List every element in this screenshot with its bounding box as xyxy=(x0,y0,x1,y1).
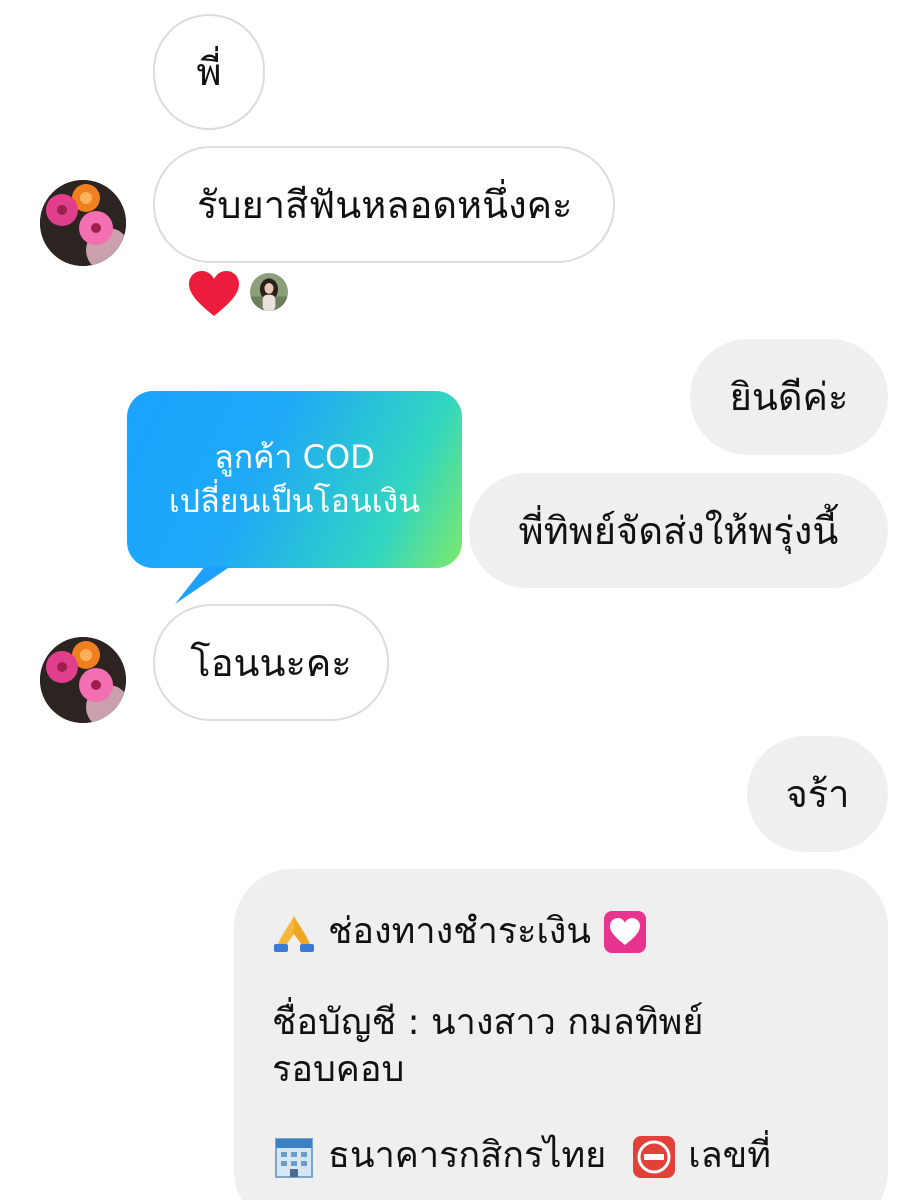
person-photo xyxy=(250,273,288,311)
message-bubble-incoming[interactable]: โอนนะคะ xyxy=(153,604,389,721)
message-text: ยินดีค่ะ xyxy=(729,375,849,419)
message-text: โอนนะคะ xyxy=(190,640,352,685)
payment-info-bubble[interactable]: ช่องทางชำระเงิน ชื่อบัญชี : นางสาว กมลทิ… xyxy=(234,869,888,1200)
message-bubble-outgoing[interactable]: ยินดีค่ะ xyxy=(690,339,888,455)
account-name-line: รอบคอบ xyxy=(272,1047,852,1094)
heart-box-icon xyxy=(603,911,646,954)
story-card-tail xyxy=(175,566,231,604)
story-reply-card[interactable]: ลูกค้า COD เปลี่ยนเป็นโอนเงิน xyxy=(127,391,462,568)
payment-title-row: ช่องทางชำระเงิน xyxy=(272,909,852,956)
heart-icon[interactable] xyxy=(188,270,240,318)
message-bubble-incoming[interactable]: พี่ xyxy=(153,14,265,130)
flowers-image xyxy=(40,180,126,266)
message-text: รับยาสีฟันหลอดหนึ่งคะ xyxy=(197,182,573,227)
folded-hands-icon xyxy=(274,916,314,953)
reactor-avatar[interactable] xyxy=(248,271,290,313)
story-text-line: เปลี่ยนเป็นโอนเงิน xyxy=(168,481,421,520)
message-bubble-outgoing[interactable]: จร้า xyxy=(747,736,888,852)
flowers-image xyxy=(40,637,126,723)
message-text: พี่ทิพย์จัดส่งให้พรุ่งนี้ xyxy=(518,508,839,553)
no-entry-icon xyxy=(633,1135,676,1178)
bank-line: ธนาคารกสิกรไทย เลขที่ xyxy=(272,1133,852,1180)
bank-name: ธนาคารกสิกรไทย xyxy=(328,1135,607,1177)
message-bubble-incoming[interactable]: รับยาสีฟันหลอดหนึ่งคะ xyxy=(153,146,615,263)
sender-avatar[interactable] xyxy=(40,180,126,266)
payment-title: ช่องทางชำระเงิน xyxy=(328,911,591,952)
account-number-label: เลขที่ xyxy=(688,1135,771,1177)
atm-building-icon xyxy=(275,1137,313,1178)
account-name-line: ชื่อบัญชี : นางสาว กมลทิพย์ xyxy=(272,1000,852,1047)
account-name-text: ชื่อบัญชี : นางสาว กมลทิพย์ xyxy=(272,1001,704,1043)
message-bubble-outgoing[interactable]: พี่ทิพย์จัดส่งให้พรุ่งนี้ xyxy=(469,473,888,588)
message-text: พี่ xyxy=(196,50,222,94)
account-name-text: รอบคอบ xyxy=(272,1048,405,1090)
story-text-line: ลูกค้า COD xyxy=(214,438,375,477)
message-text: จร้า xyxy=(785,772,850,816)
sender-avatar[interactable] xyxy=(40,637,126,723)
